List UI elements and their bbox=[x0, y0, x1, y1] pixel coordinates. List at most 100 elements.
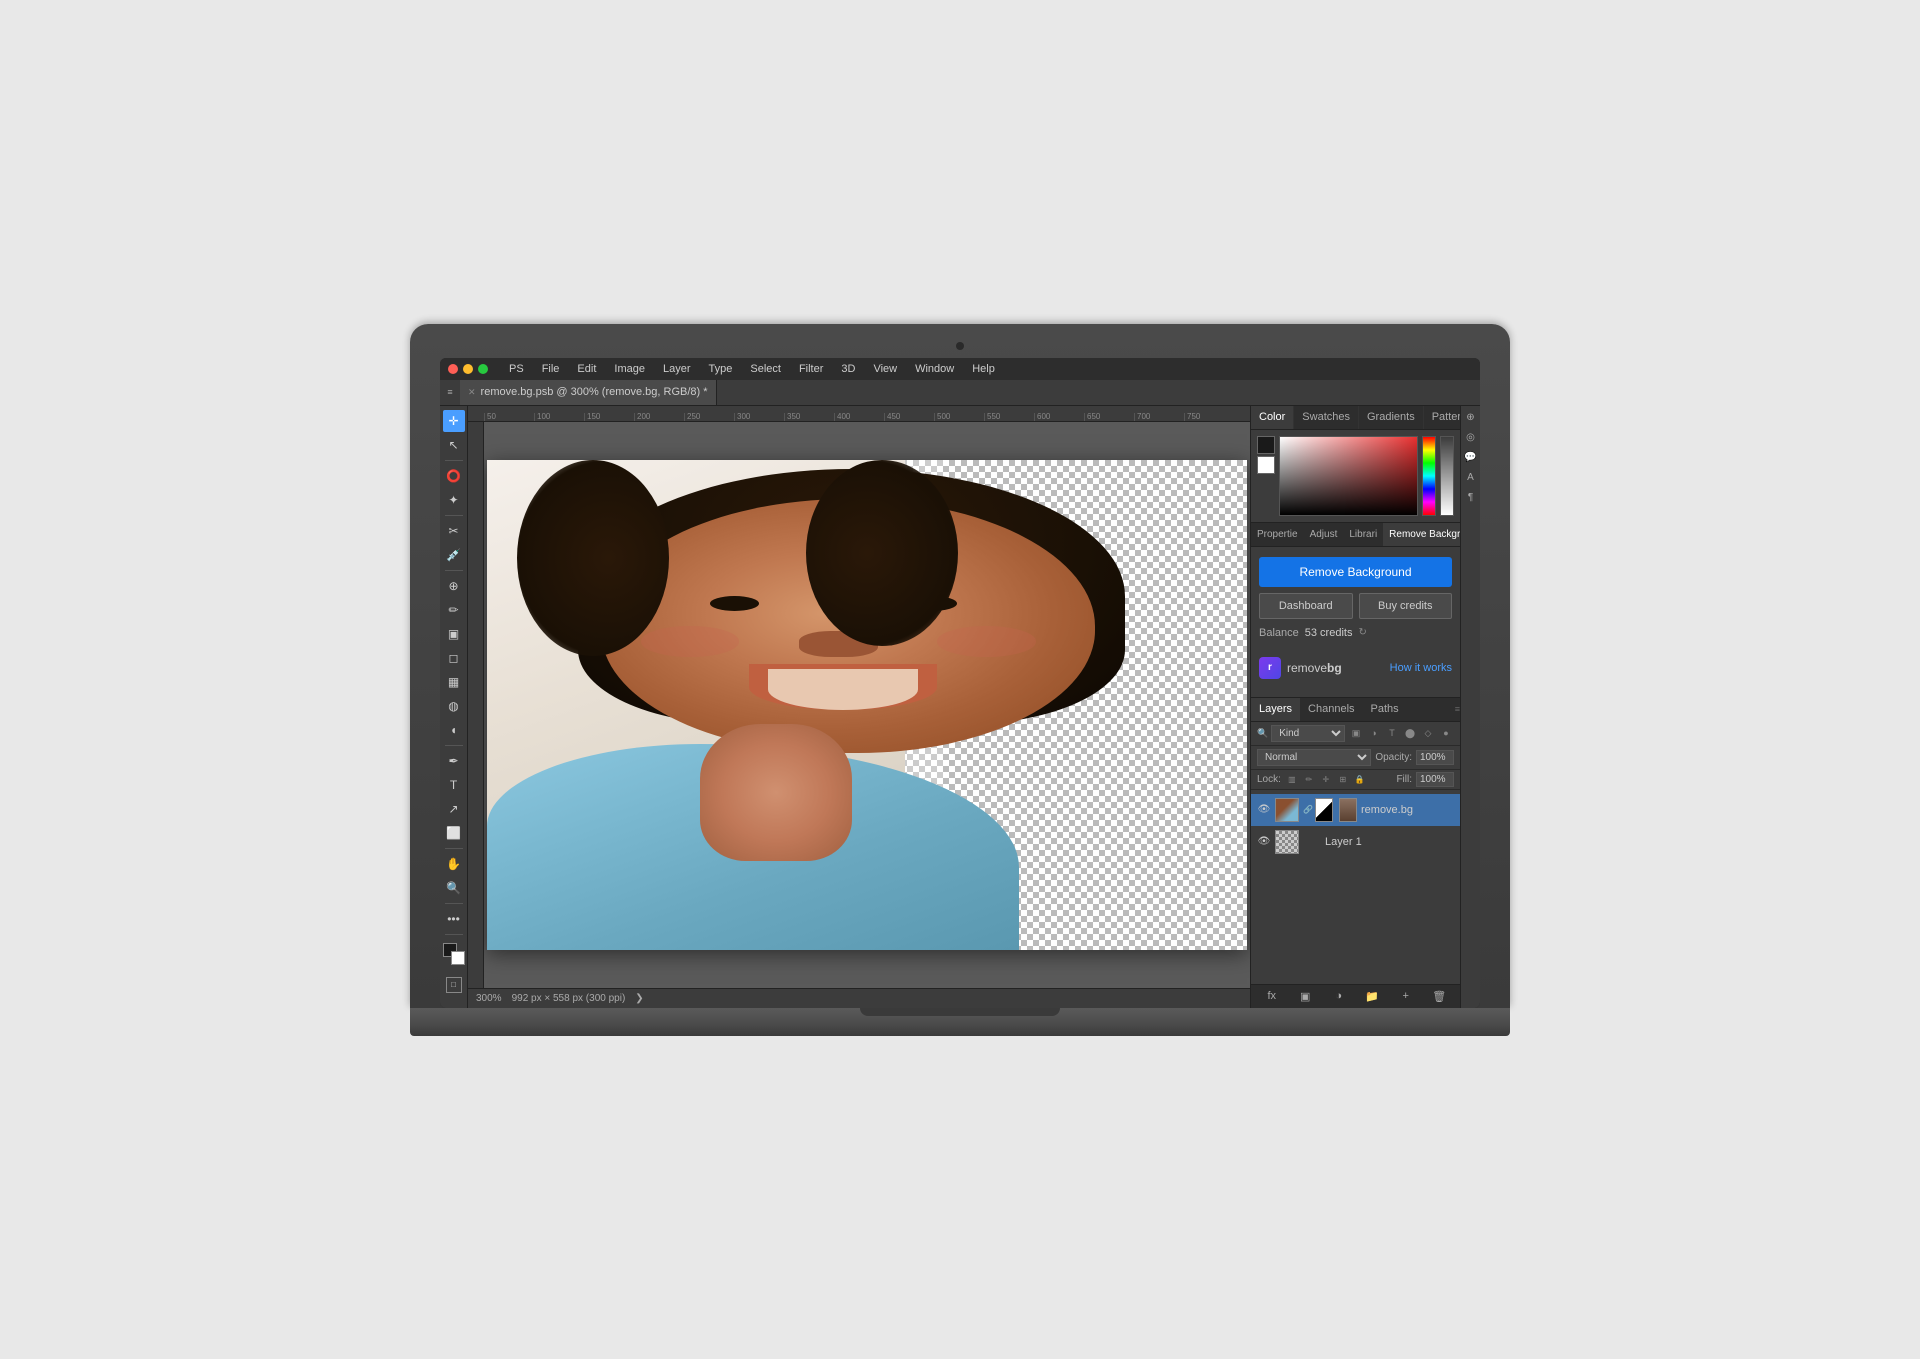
magic-wand-tool[interactable]: ✦ bbox=[443, 489, 465, 511]
quick-mask[interactable]: □ bbox=[444, 975, 464, 995]
layer-fx-icon[interactable]: fx bbox=[1263, 987, 1281, 1005]
nav-arrow[interactable]: ❯ bbox=[635, 993, 643, 1004]
balance-row: Balance 53 credits ↻ bbox=[1259, 627, 1452, 639]
healing-tool[interactable]: ⊕ bbox=[443, 575, 465, 597]
background-swatch[interactable] bbox=[1257, 456, 1275, 474]
menu-select[interactable]: Select bbox=[747, 363, 784, 375]
crop-tool[interactable]: ✂ bbox=[443, 520, 465, 542]
filter-toggle[interactable]: ● bbox=[1438, 725, 1454, 741]
dashboard-button[interactable]: Dashboard bbox=[1259, 593, 1353, 619]
tab-gradients[interactable]: Gradients bbox=[1359, 406, 1424, 429]
more-tools[interactable]: ••• bbox=[443, 908, 465, 930]
menu-image[interactable]: Image bbox=[611, 363, 648, 375]
chat-icon[interactable]: 💬 bbox=[1463, 450, 1479, 466]
menu-help[interactable]: Help bbox=[969, 363, 998, 375]
menu-ps[interactable]: PS bbox=[506, 363, 527, 375]
lock-move-icon[interactable]: ✛ bbox=[1319, 772, 1333, 786]
dodge-tool[interactable]: ◖ bbox=[443, 719, 465, 741]
opacity-input[interactable] bbox=[1416, 750, 1454, 765]
tab-color[interactable]: Color bbox=[1251, 406, 1294, 429]
layer-item[interactable]: 👁 🔗 remove.bg bbox=[1251, 794, 1460, 826]
blend-mode-select[interactable]: Normal bbox=[1257, 749, 1371, 766]
tab-remove-background[interactable]: Remove Background bbox=[1383, 523, 1460, 546]
tab-layers[interactable]: Layers bbox=[1251, 698, 1300, 721]
maximize-button[interactable] bbox=[478, 364, 488, 374]
lock-artboard-icon[interactable]: ⊞ bbox=[1336, 772, 1350, 786]
alpha-slider[interactable] bbox=[1440, 436, 1454, 516]
pen-tool[interactable]: ✒ bbox=[443, 750, 465, 772]
tab-channels[interactable]: Channels bbox=[1300, 698, 1362, 721]
type-filter-icon[interactable]: T bbox=[1384, 725, 1400, 741]
document-tab[interactable]: ✕ remove.bg.psb @ 300% (remove.bg, RGB/8… bbox=[460, 380, 717, 405]
lock-brush-icon[interactable]: ✏ bbox=[1302, 772, 1316, 786]
lock-transparent-icon[interactable]: ▥ bbox=[1285, 772, 1299, 786]
stamp-tool[interactable]: ▣ bbox=[443, 623, 465, 645]
sample-icon[interactable]: ⊕ bbox=[1463, 410, 1479, 426]
color-picker[interactable] bbox=[443, 943, 465, 965]
hand-tool[interactable]: ✋ bbox=[443, 853, 465, 875]
menu-view[interactable]: View bbox=[870, 363, 900, 375]
buy-credits-button[interactable]: Buy credits bbox=[1359, 593, 1453, 619]
tool-separator-3 bbox=[445, 570, 463, 571]
menu-filter[interactable]: Filter bbox=[796, 363, 826, 375]
tab-patterns[interactable]: Patterns bbox=[1424, 406, 1460, 429]
remove-background-button[interactable]: Remove Background bbox=[1259, 557, 1452, 587]
tab-properties[interactable]: Propertie bbox=[1251, 523, 1304, 546]
eraser-tool[interactable]: ◻ bbox=[443, 647, 465, 669]
menu-window[interactable]: Window bbox=[912, 363, 957, 375]
layer-add-mask-icon[interactable]: ▣ bbox=[1296, 987, 1314, 1005]
menu-type[interactable]: Type bbox=[706, 363, 736, 375]
layer-kind-filter[interactable]: Kind bbox=[1271, 725, 1345, 742]
selection-tool[interactable]: ↖ bbox=[443, 434, 465, 456]
eyedropper-tool[interactable]: 💉 bbox=[443, 544, 465, 566]
menu-3d[interactable]: 3D bbox=[838, 363, 858, 375]
tab-close-icon[interactable]: ✕ bbox=[468, 387, 476, 398]
tab-paths[interactable]: Paths bbox=[1363, 698, 1407, 721]
brush-tool[interactable]: ✏ bbox=[443, 599, 465, 621]
tab-adjust[interactable]: Adjust bbox=[1304, 523, 1344, 546]
layer-visibility-icon[interactable]: 👁 bbox=[1257, 803, 1271, 817]
paragraph-icon[interactable]: ¶ bbox=[1463, 490, 1479, 506]
color-panel: Color Swatches Gradients P bbox=[1251, 406, 1460, 523]
layers-bottom-bar: fx ▣ ◑ 📁 + 🗑 bbox=[1251, 984, 1460, 1008]
lasso-tool[interactable]: ⭕ bbox=[443, 465, 465, 487]
pixel-filter-icon[interactable]: ▣ bbox=[1348, 725, 1364, 741]
type-icon[interactable]: A bbox=[1463, 470, 1479, 486]
zoom-tool[interactable]: 🔍 bbox=[443, 877, 465, 899]
tab-libraries[interactable]: Librari bbox=[1343, 523, 1383, 546]
text-tool[interactable]: T bbox=[443, 774, 465, 796]
minimize-button[interactable] bbox=[463, 364, 473, 374]
blur-tool[interactable]: ◍ bbox=[443, 695, 465, 717]
fill-input[interactable] bbox=[1416, 772, 1454, 787]
move-tool[interactable]: ✛ bbox=[443, 410, 465, 432]
background-color[interactable] bbox=[451, 951, 465, 965]
zoom-level: 300% bbox=[476, 993, 502, 1004]
tab-swatches[interactable]: Swatches bbox=[1294, 406, 1359, 429]
layer-visibility-icon[interactable]: 👁 bbox=[1257, 835, 1271, 849]
tab-title: remove.bg.psb @ 300% (remove.bg, RGB/8) … bbox=[481, 386, 708, 398]
smart-filter-icon[interactable]: ◇ bbox=[1420, 725, 1436, 741]
lock-all-icon[interactable]: 🔒 bbox=[1353, 772, 1367, 786]
foreground-swatch[interactable] bbox=[1257, 436, 1275, 454]
menu-layer[interactable]: Layer bbox=[660, 363, 694, 375]
color-gradient-field[interactable] bbox=[1279, 436, 1418, 516]
shape-filter-icon[interactable]: ⬤ bbox=[1402, 725, 1418, 741]
path-selection-tool[interactable]: ↗ bbox=[443, 798, 465, 820]
menu-edit[interactable]: Edit bbox=[574, 363, 599, 375]
adjustment-filter-icon[interactable]: ◑ bbox=[1366, 725, 1382, 741]
gradient-tool[interactable]: ▦ bbox=[443, 671, 465, 693]
layer-group-icon[interactable]: 📁 bbox=[1363, 987, 1381, 1005]
hue-slider[interactable] bbox=[1422, 436, 1436, 516]
refresh-credits-icon[interactable]: ↻ bbox=[1358, 627, 1366, 638]
shape-tool[interactable]: ⬜ bbox=[443, 822, 465, 844]
layer-adjustment-icon[interactable]: ◑ bbox=[1330, 987, 1348, 1005]
brush-preset-icon[interactable]: ◎ bbox=[1463, 430, 1479, 446]
layer-item[interactable]: 👁 Layer 1 bbox=[1251, 826, 1460, 858]
close-button[interactable] bbox=[448, 364, 458, 374]
panel-toggle[interactable]: ≡ bbox=[440, 379, 460, 405]
layer-new-icon[interactable]: + bbox=[1397, 987, 1415, 1005]
canvas-viewport[interactable] bbox=[484, 422, 1250, 988]
menu-file[interactable]: File bbox=[539, 363, 563, 375]
layer-delete-icon[interactable]: 🗑 bbox=[1430, 987, 1448, 1005]
how-it-works-link[interactable]: How it works bbox=[1390, 662, 1452, 674]
